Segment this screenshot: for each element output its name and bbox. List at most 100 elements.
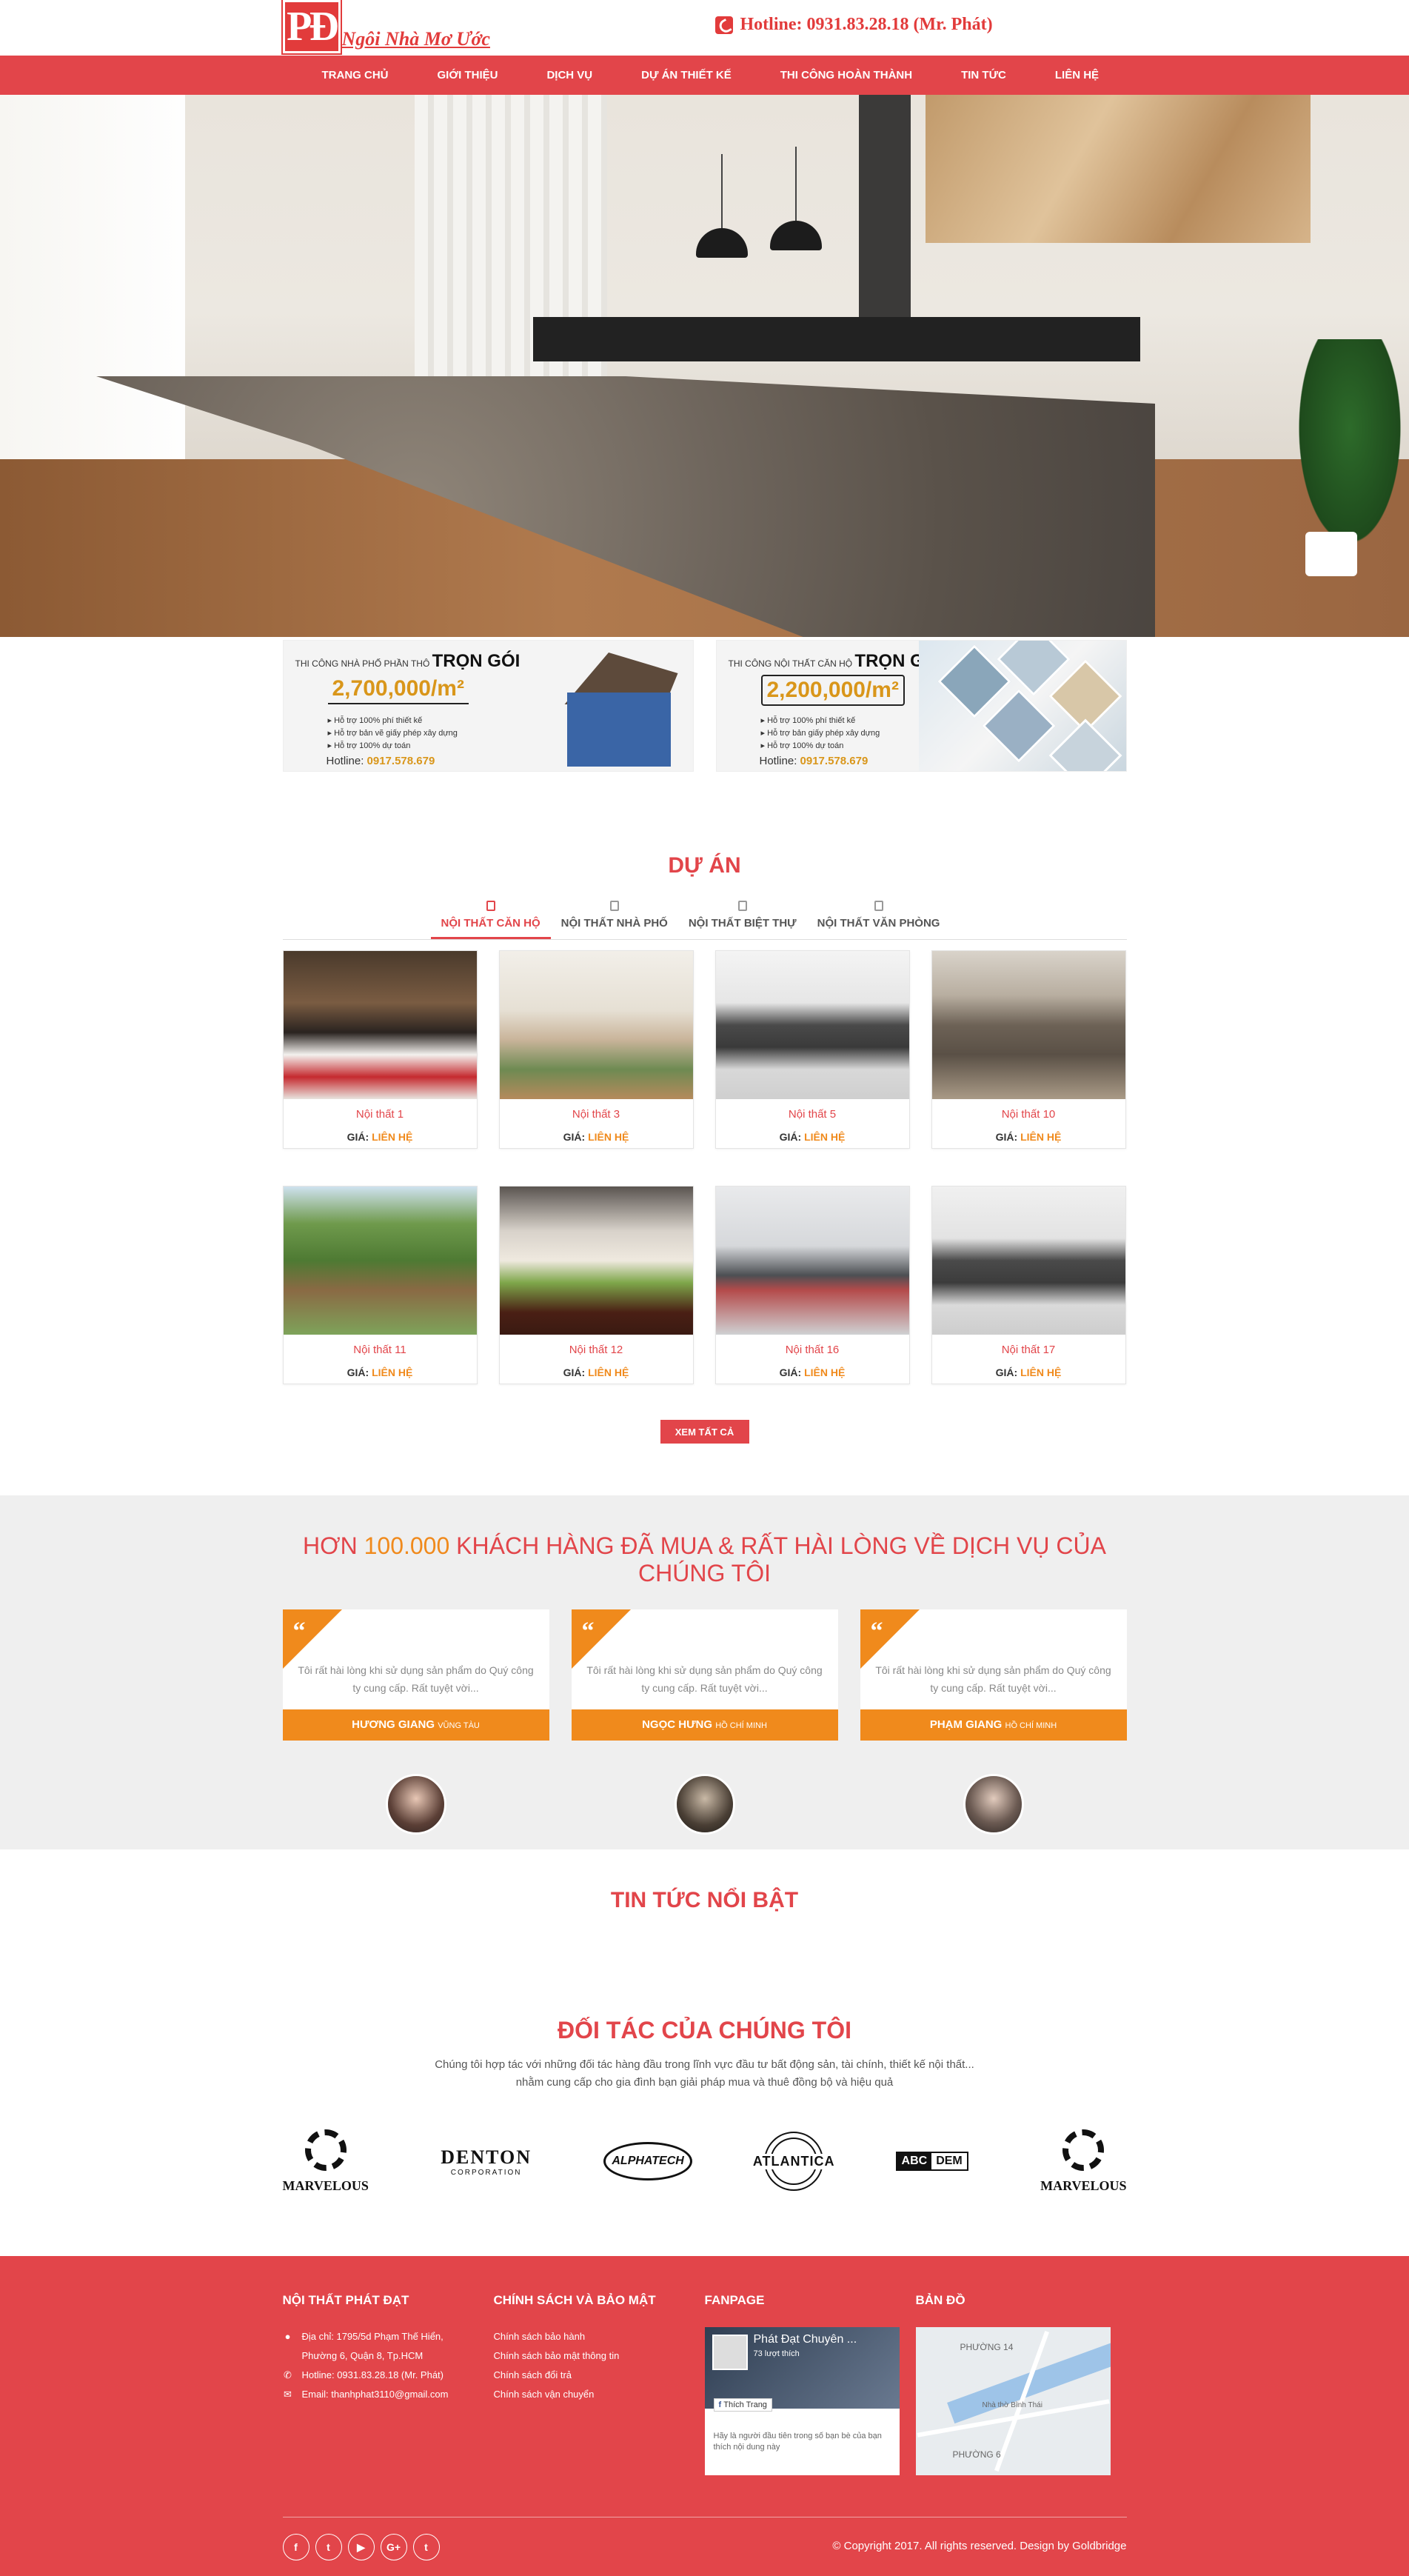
price-value: LIÊN HỆ [804,1367,846,1378]
project-image[interactable] [931,951,1125,1099]
logo-label: ALPHATECH [603,2142,692,2180]
site-logo[interactable]: PĐ Ngôi Nhà Mơ Ước [281,0,490,56]
partner-logo-denton[interactable]: DENTON CORPORATION [441,2146,532,2177]
footer-fanpage: FANPAGE Phát Đạt Chuyên ... 73 lượt thíc… [704,2293,916,2475]
banner-price: 2,700,000/m² [327,675,469,704]
map-widget[interactable]: PHƯỜNG 14 Nhà thờ Bình Thái PHƯỜNG 6 [915,2327,1111,2475]
person-name: PHẠM GIANG [929,1718,1003,1731]
project-card[interactable]: Nội thất 17 GIÁ: LIÊN HỆ [931,1186,1126,1384]
banner-bullet: Hỗ trợ 100% phí thiết kế [761,715,880,727]
footer-map: BẢN ĐỒ PHƯỜNG 14 Nhà thờ Bình Thái PHƯỜN… [915,2293,1127,2475]
twitter-icon[interactable]: t [315,2534,342,2560]
person-name: HƯƠNG GIANG [352,1718,435,1731]
footer-email[interactable]: Email: thanhphat3110@gmail.com [302,2385,449,2404]
nav-contact[interactable]: LIÊN HỆ [1055,69,1099,81]
partner-logos: MARVELOUS DENTON CORPORATION ALPHATECH AT… [283,2124,1127,2198]
project-card[interactable]: Nội thất 10 GIÁ: LIÊN HỆ [931,950,1126,1149]
testimonial-text: Tôi rất hài lòng khi sử dụng sản phẩm do… [298,1664,534,1694]
nav-home[interactable]: TRANG CHỦ [322,69,389,81]
project-card[interactable]: Nội thất 11 GIÁ: LIÊN HỆ [282,1186,478,1384]
fb-like-count: 73 lượt thích [753,2349,800,2358]
testimonial-text: Tôi rất hài lòng khi sử dụng sản phẩm do… [586,1664,823,1694]
promo-banner-townhouse[interactable]: THI CÔNG NHÀ PHỐ PHẦN THÔ TRỌN GÓI 2,700… [282,640,694,772]
partner-logo-marvelous-2[interactable]: MARVELOUS [1040,2129,1127,2194]
google-plus-icon[interactable]: G+ [380,2534,407,2560]
partners-desc-line: Chúng tôi hợp tác với những đối tác hàng… [435,2058,974,2071]
testimonial-text: Tôi rất hài lòng khi sử dụng sản phẩm do… [875,1664,1111,1694]
partners-title: ĐỐI TÁC CỦA CHÚNG TÔI [557,2017,851,2043]
title-pre: HƠN [303,1532,358,1559]
project-name[interactable]: Nội thất 10 [932,1108,1125,1121]
tab-office[interactable]: NỘI THẤT VĂN PHÒNG [807,901,951,939]
person-place: HỒ CHÍ MINH [1005,1721,1057,1730]
facebook-page-widget[interactable]: Phát Đạt Chuyên ... 73 lượt thích f Thíc… [704,2327,900,2475]
avatar [674,1774,735,1835]
project-image[interactable] [283,951,477,1099]
tab-apartment[interactable]: NỘI THẤT CĂN HỘ [430,901,551,939]
project-image[interactable] [499,1187,693,1335]
nav-news[interactable]: TIN TỨC [961,69,1006,81]
project-card[interactable]: Nội thất 1 GIÁ: LIÊN HỆ [282,950,478,1149]
policy-link[interactable]: Chính sách vận chuyển [494,2385,705,2404]
policy-link[interactable]: Chính sách bảo hành [494,2327,705,2346]
banner-bullets: Hỗ trợ 100% phí thiết kế Hỗ trợ bản vẽ g… [328,715,458,753]
map-marker-icon: ● [284,2331,291,2342]
banner-hotline-label: Hotline: [759,755,797,767]
banner-price: 2,200,000/m² [760,675,905,706]
partner-logo-marvelous[interactable]: MARVELOUS [283,2129,369,2194]
policy-link[interactable]: Chính sách đổi trả [494,2366,705,2385]
project-grid: Nội thất 1 GIÁ: LIÊN HỆ Nội thất 3 GIÁ: … [282,950,1127,1384]
project-image[interactable] [931,1187,1125,1335]
nav-about[interactable]: GIỚI THIỆU [438,69,498,81]
footer-heading: FANPAGE [704,2293,765,2307]
project-name[interactable]: Nội thất 1 [284,1108,477,1121]
project-image[interactable] [283,1187,477,1335]
project-name[interactable]: Nội thất 16 [716,1344,909,1356]
footer-hotline[interactable]: Hotline: 0931.83.28.18 (Mr. Phát) [302,2366,444,2385]
project-name[interactable]: Nội thất 11 [284,1344,477,1356]
footer-contact: NỘI THẤT PHÁT ĐẠT ● Địa chỉ: 1795/5d Phạm… [283,2293,494,2475]
nav-services[interactable]: DỊCH VỤ [546,69,592,81]
fb-like-label: Thích Trang [723,2400,767,2409]
header-hotline[interactable]: Hotline: 0931.83.28.18 (Mr. Phát) [714,15,993,35]
partners-description: Chúng tôi hợp tác với những đối tác hàng… [283,2056,1127,2092]
map-label: PHƯỜNG 14 [960,2342,1014,2352]
banner-title: THI CÔNG NỘI THẤT CĂN HỘ [728,658,853,669]
project-card[interactable]: Nội thất 3 GIÁ: LIÊN HỆ [498,950,694,1149]
project-name[interactable]: Nội thất 12 [500,1344,693,1356]
price-label: GIÁ: [779,1367,802,1378]
policy-link[interactable]: Chính sách bảo mật thông tin [494,2346,705,2366]
project-name[interactable]: Nội thất 3 [500,1108,693,1121]
partner-logo-alphatech[interactable]: ALPHATECH [603,2142,692,2180]
view-all-button[interactable]: XEM TẤT CẢ [660,1420,749,1444]
banner-hotline-number: 0917.578.679 [367,755,435,767]
banner-bullet: Hỗ trợ bản vẽ giấy phép xây dựng [328,727,458,740]
project-card[interactable]: Nội thất 16 GIÁ: LIÊN HỆ [714,1186,910,1384]
project-image[interactable] [715,1187,909,1335]
testimonial-name: NGỌC HƯNG HỒ CHÍ MINH [571,1709,838,1741]
projects-title: DỰ ÁN [668,853,741,878]
project-image[interactable] [715,951,909,1099]
nav-projects[interactable]: DỰ ÁN THIẾT KẾ [641,69,732,81]
partner-logo-atlantica[interactable]: ATLANTICA [752,2132,835,2191]
project-name[interactable]: Nội thất 17 [932,1344,1125,1356]
youtube-icon[interactable]: ▶ [347,2534,375,2560]
tumblr-icon[interactable]: t [412,2534,440,2560]
page-avatar [712,2335,748,2370]
fb-like-button[interactable]: f Thích Trang [713,2398,772,2412]
price-label: GIÁ: [995,1131,1018,1143]
facebook-icon[interactable]: f [282,2534,309,2560]
tab-townhouse[interactable]: NỘI THẤT NHÀ PHỐ [551,901,678,939]
project-name[interactable]: Nội thất 5 [716,1108,909,1121]
fb-page-name[interactable]: Phát Đạt Chuyên ... [754,2333,857,2346]
cubes-icon [737,901,747,911]
partner-logo-abcdem[interactable]: ABC DEM [895,2152,968,2171]
promo-banner-apartment[interactable]: THI CÔNG NỘI THẤT CĂN HỘ TRỌN GÓI 2,200,… [715,640,1127,772]
project-image[interactable] [499,951,693,1099]
project-tabs: NỘI THẤT CĂN HỘ NỘI THẤT NHÀ PHỐ NỘI THẤ… [282,901,1127,940]
nav-completed[interactable]: THI CÔNG HOÀN THÀNH [780,69,912,81]
project-card[interactable]: Nội thất 5 GIÁ: LIÊN HỆ [714,950,910,1149]
tab-villa[interactable]: NỘI THẤT BIỆT THỰ [678,901,807,939]
price-value: LIÊN HỆ [1020,1131,1062,1143]
project-card[interactable]: Nội thất 12 GIÁ: LIÊN HỆ [498,1186,694,1384]
